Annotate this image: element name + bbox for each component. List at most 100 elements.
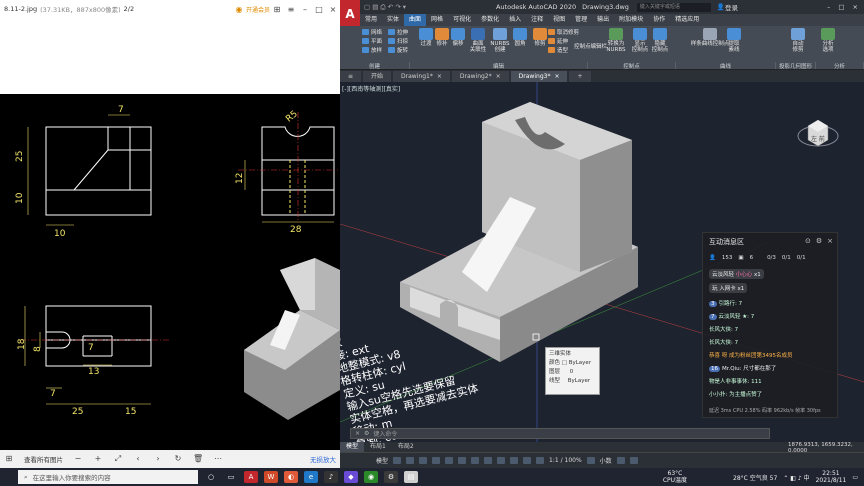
ortho-toggle-icon[interactable] (419, 457, 428, 464)
ribbon-button-5[interactable]: 圆角 (510, 28, 530, 47)
taskbar-search-input[interactable]: 在这里输入你要搜索的内容 (33, 472, 111, 482)
autocad-taskbar-icon[interactable]: A (244, 471, 258, 483)
ribbon-tab-0[interactable]: 常用 (360, 14, 382, 26)
image-viewer-icon[interactable]: ▤ (404, 471, 418, 483)
chat-pin-icon[interactable]: ⊙ (805, 237, 811, 245)
zoom-out-icon[interactable]: − (73, 454, 83, 464)
ribbon-tab-12[interactable]: 协作 (648, 14, 670, 26)
ribbon-group-5[interactable]: 分析 (816, 62, 864, 70)
edge-icon[interactable]: e (304, 471, 318, 483)
ribbon-tab-11[interactable]: 附加模块 (614, 14, 648, 26)
status-units[interactable]: 小数 (600, 456, 612, 465)
tab-close-icon[interactable]: × (554, 71, 559, 82)
ribbon-button-9[interactable]: 隐藏 控制点 (650, 28, 670, 53)
close-icon[interactable]: × (326, 5, 340, 14)
music-icon[interactable]: ♪ (324, 471, 338, 483)
file-explorer-icon[interactable]: ▭ (224, 471, 238, 483)
viewcube[interactable]: 左 前 (796, 110, 840, 154)
status-scale[interactable]: 1:1 / 100% (549, 457, 582, 464)
ribbon-tab-10[interactable]: 输出 (592, 14, 614, 26)
ribbon-group-2[interactable]: 控制点 (588, 62, 676, 70)
doc-tab-2[interactable]: Drawing2* × (451, 71, 509, 82)
settings-icon[interactable]: ⚙ (384, 471, 398, 483)
dynamic-ucs-icon[interactable] (523, 457, 532, 464)
minimize-icon[interactable]: – (298, 5, 312, 14)
ribbon-group-1[interactable]: 编辑 (410, 62, 588, 70)
grid-toggle-icon[interactable] (393, 457, 402, 464)
layout-tab-0[interactable]: 模型 (340, 442, 365, 452)
ribbon-small-3[interactable]: 拉伸 (388, 28, 408, 36)
ribbon-tab-3[interactable]: 网格 (426, 14, 448, 26)
delete-icon[interactable]: 🗑 (193, 454, 203, 464)
vip-button[interactable]: 开通会员 (246, 5, 270, 14)
ribbon-small-2[interactable]: 放样 (362, 46, 382, 54)
property-color-value[interactable]: ByLayer (569, 360, 591, 366)
osnap-toggle-icon[interactable] (445, 457, 454, 464)
ribbon-button-12[interactable]: 自动 修剪 (788, 28, 808, 53)
isolate-icon[interactable] (616, 457, 625, 464)
tray-icons[interactable]: ⌃ ◧ ♪ 中 (783, 473, 809, 482)
doc-tab-1[interactable]: Drawing1* × (393, 71, 450, 82)
wps-icon[interactable]: W (264, 471, 278, 483)
maximize-icon[interactable]: □ (312, 5, 326, 14)
weather[interactable]: 28°C 空气良 57 (733, 473, 777, 482)
browser-icon[interactable]: ◐ (284, 471, 298, 483)
ribbon-button-8[interactable]: 显示 控制点 (630, 28, 650, 53)
3d-osnap-icon[interactable] (510, 457, 519, 464)
layout-tab-1[interactable]: 布局1 (364, 442, 392, 452)
customize-icon[interactable] (629, 457, 638, 464)
viewport-label[interactable]: [-][西南等轴测][真实] (342, 84, 400, 93)
search-input[interactable]: 键入关键字或短语 (636, 2, 711, 12)
ribbon-tab-5[interactable]: 参数化 (476, 14, 504, 26)
ribbon-button-13[interactable]: 分析 选项 (818, 28, 838, 53)
prev-icon[interactable]: ‹ (133, 454, 143, 464)
ribbon-button-4[interactable]: NURBS 创建 (490, 28, 510, 53)
status-model[interactable]: 模型 (376, 456, 388, 465)
command-input[interactable]: 键入命令 (373, 429, 397, 438)
ribbon-small-1[interactable]: 平面 (362, 37, 382, 45)
task-view-icon[interactable]: ○ (204, 471, 218, 483)
minimize-icon[interactable]: – (827, 3, 830, 11)
transparency-toggle-icon[interactable] (484, 457, 493, 464)
grid-icon[interactable]: ⊞ (4, 454, 14, 464)
close-icon[interactable]: × (853, 3, 858, 11)
property-linetype-value[interactable]: ByLayer (568, 378, 590, 384)
tab-close-icon[interactable]: × (496, 71, 501, 82)
selection-cycle-icon[interactable] (497, 457, 506, 464)
lossless-zoom-button[interactable]: 无损放大 (310, 454, 336, 464)
cpu-temperature[interactable]: 63°C CPU温度 (663, 470, 687, 484)
ribbon-tab-1[interactable]: 实体 (382, 14, 404, 26)
ribbon-tab-7[interactable]: 注释 (526, 14, 548, 26)
control-point-editor[interactable]: 控制点编辑栏 (574, 42, 607, 50)
ribbon-mid-0[interactable]: 取消修剪 (548, 28, 579, 36)
command-close-icon[interactable]: × (355, 430, 360, 437)
menu-icon[interactable]: ≡ (284, 5, 298, 14)
ribbon-small-5[interactable]: 旋转 (388, 46, 408, 54)
taskbar-search[interactable]: ⌕ 在这里输入你要搜索的内容 (18, 470, 198, 484)
chat-close-icon[interactable]: × (827, 237, 833, 245)
doc-menu-icon[interactable]: ≡ (340, 71, 362, 82)
snap-toggle-icon[interactable] (406, 457, 415, 464)
autocad-logo[interactable]: A (340, 0, 360, 28)
workspace-icon[interactable] (586, 457, 595, 464)
otrack-toggle-icon[interactable] (458, 457, 467, 464)
annotation-visibility-icon[interactable] (536, 457, 545, 464)
ribbon-tab-6[interactable]: 插入 (504, 14, 526, 26)
ribbon-button-3[interactable]: 曲面 关联性 (468, 28, 488, 53)
doc-tab-0[interactable]: 开始 (363, 71, 392, 82)
lineweight-toggle-icon[interactable] (471, 457, 480, 464)
zoom-in-icon[interactable]: + (93, 454, 103, 464)
ribbon-group-0[interactable]: 创建 (340, 62, 410, 70)
quick-access-toolbar[interactable]: ▢ ▤ ⎙ ↶ ↷ ▾ (364, 3, 406, 12)
layout-tab-2[interactable]: 布局2 (392, 442, 420, 452)
ribbon-group-3[interactable]: 曲线 (676, 62, 776, 70)
polar-toggle-icon[interactable] (432, 457, 441, 464)
clock[interactable]: 22:51 2021/8/11 (816, 470, 847, 484)
vip-icon[interactable]: ◉ (232, 5, 246, 14)
ribbon-tab-9[interactable]: 管理 (570, 14, 592, 26)
ribbon-group-4[interactable]: 投影几何图形 (776, 62, 816, 70)
tab-close-icon[interactable]: × (437, 71, 442, 82)
command-settings-icon[interactable]: ⚙ (364, 430, 369, 437)
ribbon-button-11[interactable]: 提取 素线 (724, 28, 744, 53)
ribbon-tab-4[interactable]: 可视化 (448, 14, 476, 26)
